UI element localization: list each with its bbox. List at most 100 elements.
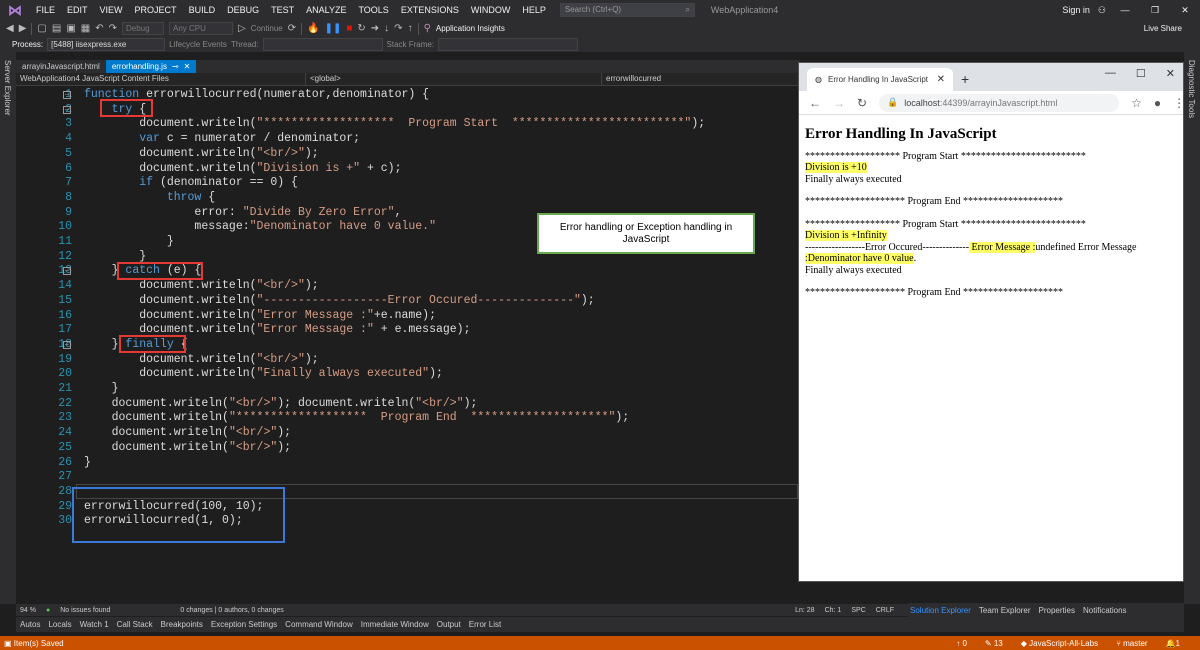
thread-dropdown[interactable] [262,38,383,51]
code-line[interactable]: document.writeln("<br/>"); [84,441,291,454]
tab-autos[interactable]: Autos [20,620,40,629]
application-insights-button[interactable]: Application Insights [436,24,505,33]
diagnostic-tools-tab[interactable]: Diagnostic Tools [1187,60,1196,118]
code-line[interactable]: document.writeln("Error Message :"+e.nam… [84,309,436,322]
step-out-icon[interactable]: ↑ [408,23,413,34]
branch-name[interactable]: master [1123,639,1147,648]
menu-test[interactable]: TEST [265,0,300,20]
tab-exception-settings[interactable]: Exception Settings [211,620,277,629]
tab-properties[interactable]: Properties [1039,606,1075,615]
browser-maximize-icon[interactable]: ☐ [1136,67,1146,80]
code-line[interactable]: document.writeln("<br/>"); document.writ… [84,397,478,410]
insights-icon[interactable]: ⚲ [424,23,431,34]
new-tab-icon[interactable]: + [961,71,969,87]
tab-locals[interactable]: Locals [48,620,71,629]
back-arrow-icon[interactable]: ← [809,96,821,110]
whitespace-mode[interactable]: SPC [851,607,865,614]
save-all-icon[interactable]: ▦ [81,23,90,34]
sign-in-link[interactable]: Sign in [1058,5,1094,15]
code-line[interactable]: var c = numerator / denominator; [84,132,360,145]
browser-close-icon[interactable]: ✕ [1166,67,1175,80]
line-ending[interactable]: CRLF [876,607,894,614]
bookmark-star-icon[interactable]: ☆ [1131,96,1142,110]
step-over-icon[interactable]: ↷ [394,23,402,34]
code-line[interactable]: document.writeln("Division is +" + c); [84,162,401,175]
account-icon[interactable]: ⚇ [1094,5,1110,16]
restore-icon[interactable]: ❐ [1140,5,1170,16]
unpushed-count[interactable]: 0 [962,639,966,648]
code-line[interactable]: document.writeln("Finally always execute… [84,367,443,380]
stop-icon[interactable]: ■ [346,23,352,34]
new-file-icon[interactable]: ▢ [37,23,46,34]
code-line[interactable]: document.writeln("<br/>"); [84,279,318,292]
pending-changes-count[interactable]: 13 [994,639,1003,648]
code-line[interactable]: if (denominator == 0) { [84,176,298,189]
zoom-level[interactable]: 94 % [20,607,36,614]
hot-reload-icon[interactable]: 🔥 [307,23,319,34]
bell-icon[interactable]: 🔔 [1166,639,1176,648]
profile-icon[interactable]: ● [1154,96,1161,110]
refresh-icon[interactable]: ⟳ [288,23,296,34]
tab-command-window[interactable]: Command Window [285,620,353,629]
tab-notifications[interactable]: Notifications [1083,606,1127,615]
menu-extensions[interactable]: EXTENSIONS [395,0,465,20]
continue-icon[interactable]: ▷ [238,23,246,34]
back-icon[interactable]: ◀ [6,23,14,34]
issues-status[interactable]: No issues found [60,607,110,614]
server-explorer-tab[interactable]: Server Explorer [3,60,12,116]
code-line[interactable]: } [84,456,91,469]
code-line[interactable]: } [84,235,174,248]
tab-call-stack[interactable]: Call Stack [117,620,153,629]
forward-arrow-icon[interactable]: → [833,96,845,110]
search-input[interactable]: Search (Ctrl+Q) ⌕ [559,3,695,17]
open-icon[interactable]: ▤ [52,23,61,34]
menu-analyze[interactable]: ANALYZE [300,0,352,20]
code-line[interactable]: } [84,250,146,263]
show-next-statement-icon[interactable]: ➜ [371,23,379,34]
lifecycle-events-dropdown[interactable]: Lifecycle Events [169,40,227,49]
scope-dropdown[interactable]: <global> [306,73,602,85]
menu-help[interactable]: HELP [516,0,552,20]
code-line[interactable]: error: "Divide By Zero Error", [84,206,401,219]
restart-icon[interactable]: ↻ [357,23,365,34]
pause-icon[interactable]: ❚❚ [325,23,342,34]
menu-build[interactable]: BUILD [183,0,222,20]
menu-project[interactable]: PROJECT [129,0,183,20]
code-line[interactable]: } [84,382,119,395]
code-line[interactable]: message:"Denominator have 0 value." [84,220,436,233]
tab-error-list[interactable]: Error List [469,620,501,629]
address-bar[interactable]: 🔒 localhost:44399/arrayinJavascript.html [879,93,1120,112]
code-line[interactable]: document.writeln("******************* Pr… [84,117,705,130]
changes-status[interactable]: 0 changes | 0 authors, 0 changes [180,607,283,614]
tab-errorhandling[interactable]: errorhandling.js ⊸ ✕ [105,60,197,73]
browser-tab[interactable]: ◍ Error Handling In JavaScript ✕ [807,68,953,91]
more-menu-icon[interactable]: ⋮ [1173,96,1185,110]
code-line[interactable]: document.writeln("------------------Erro… [84,294,595,307]
code-line[interactable]: document.writeln("******************* Pr… [84,411,630,424]
tab-arrayinjavascript[interactable]: arrayinJavascript.html [16,60,106,73]
close-tab-icon[interactable]: ✕ [937,74,945,85]
save-icon[interactable]: ▣ [66,23,75,34]
fold-toggle-icon[interactable]: − [63,340,71,349]
tab-close-icon[interactable]: ✕ [184,60,191,73]
continue-button[interactable]: Continue [251,24,283,33]
fold-toggle-icon[interactable]: − [63,267,71,276]
reload-icon[interactable]: ↻ [857,96,867,110]
repository-name[interactable]: JavaScript-All-Labs [1029,639,1098,648]
fold-toggle-icon[interactable]: − [63,105,71,114]
minimize-icon[interactable]: — [1110,5,1140,15]
code-line[interactable]: document.writeln("<br/>"); [84,426,291,439]
fold-toggle-icon[interactable]: − [63,91,71,99]
project-dropdown[interactable]: WebApplication4 JavaScript Content Files [16,73,306,85]
code-line[interactable]: throw { [84,191,215,204]
tab-breakpoints[interactable]: Breakpoints [161,620,203,629]
pin-icon[interactable]: ⊸ [172,60,179,73]
redo-icon[interactable]: ↷ [109,23,117,34]
tab-solution-explorer[interactable]: Solution Explorer [910,606,971,615]
menu-view[interactable]: VIEW [94,0,129,20]
undo-icon[interactable]: ↶ [95,23,103,34]
menu-file[interactable]: FILE [30,0,61,20]
browser-minimize-icon[interactable]: — [1105,67,1116,80]
tab-watch-1[interactable]: Watch 1 [80,620,109,629]
menu-debug[interactable]: DEBUG [221,0,265,20]
